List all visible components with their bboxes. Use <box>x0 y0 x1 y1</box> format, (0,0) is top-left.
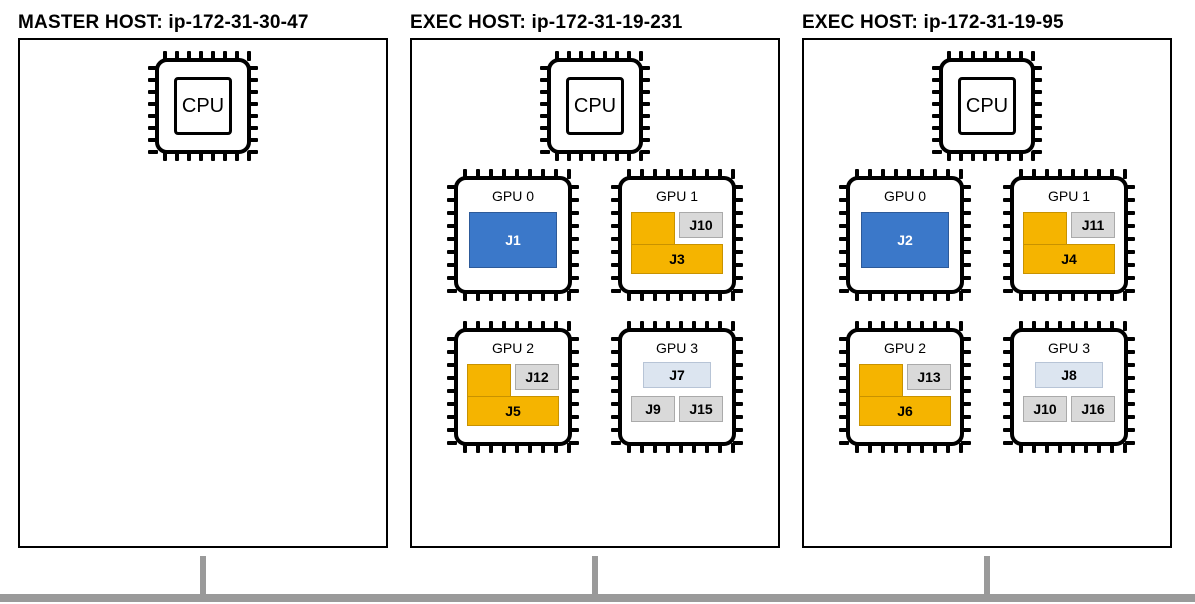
job-block: J3 <box>631 244 723 274</box>
host-title: MASTER HOST: ip-172-31-30-47 <box>18 12 388 34</box>
host-panel: MASTER HOST: ip-172-31-30-47 CPU <box>18 12 388 548</box>
gpu-icon: GPU 3 J7 J9 J15 <box>618 328 736 446</box>
gpu-icon: GPU 0 J2 <box>846 176 964 294</box>
gpu-icon: GPU 3 J8 J10 J16 <box>1010 328 1128 446</box>
network-leg <box>200 556 206 596</box>
job-block: J15 <box>679 396 723 422</box>
job-block: J8 <box>1035 362 1103 388</box>
host-box: CPU GPU 0 J1 GPU 1 J3 J10 GPU 2 J5 <box>410 38 780 548</box>
job-block: J10 <box>1023 396 1067 422</box>
gpu-label: GPU 3 <box>1048 340 1090 356</box>
job-block: J4 <box>1023 244 1115 274</box>
job-block: J1 <box>469 212 557 268</box>
host-title: EXEC HOST: ip-172-31-19-95 <box>802 12 1172 34</box>
gpu-label: GPU 1 <box>656 188 698 204</box>
host-panel: EXEC HOST: ip-172-31-19-231 CPU GPU 0 J1… <box>410 12 780 548</box>
gpu-icon: GPU 1 J4 J11 <box>1010 176 1128 294</box>
job-block: J11 <box>1071 212 1115 238</box>
network-leg <box>592 556 598 596</box>
gpu-label: GPU 0 <box>884 188 926 204</box>
gpu-icon: GPU 0 J1 <box>454 176 572 294</box>
cpu-icon: CPU <box>547 58 643 154</box>
job-block: J6 <box>859 396 951 426</box>
gpu-icon: GPU 1 J3 J10 <box>618 176 736 294</box>
job-block: J9 <box>631 396 675 422</box>
host-panel: EXEC HOST: ip-172-31-19-95 CPU GPU 0 J2 … <box>802 12 1172 548</box>
cpu-label: CPU <box>566 77 624 135</box>
job-block: J16 <box>1071 396 1115 422</box>
gpu-icon: GPU 2 J5 J12 <box>454 328 572 446</box>
job-block: J5 <box>467 396 559 426</box>
cpu-label: CPU <box>174 77 232 135</box>
job-block: J2 <box>861 212 949 268</box>
cpu-icon: CPU <box>155 58 251 154</box>
gpu-label: GPU 3 <box>656 340 698 356</box>
job-block: J7 <box>643 362 711 388</box>
network-bus <box>0 594 1195 602</box>
network-leg <box>984 556 990 596</box>
host-box: CPU GPU 0 J2 GPU 1 J4 J11 GPU 2 J6 <box>802 38 1172 548</box>
cpu-label: CPU <box>958 77 1016 135</box>
job-block: J12 <box>515 364 559 390</box>
job-block: J13 <box>907 364 951 390</box>
job-block: J10 <box>679 212 723 238</box>
gpu-label: GPU 1 <box>1048 188 1090 204</box>
cpu-icon: CPU <box>939 58 1035 154</box>
gpu-icon: GPU 2 J6 J13 <box>846 328 964 446</box>
host-box: CPU <box>18 38 388 548</box>
gpu-label: GPU 2 <box>492 340 534 356</box>
gpu-label: GPU 2 <box>884 340 926 356</box>
gpu-label: GPU 0 <box>492 188 534 204</box>
host-title: EXEC HOST: ip-172-31-19-231 <box>410 12 780 34</box>
